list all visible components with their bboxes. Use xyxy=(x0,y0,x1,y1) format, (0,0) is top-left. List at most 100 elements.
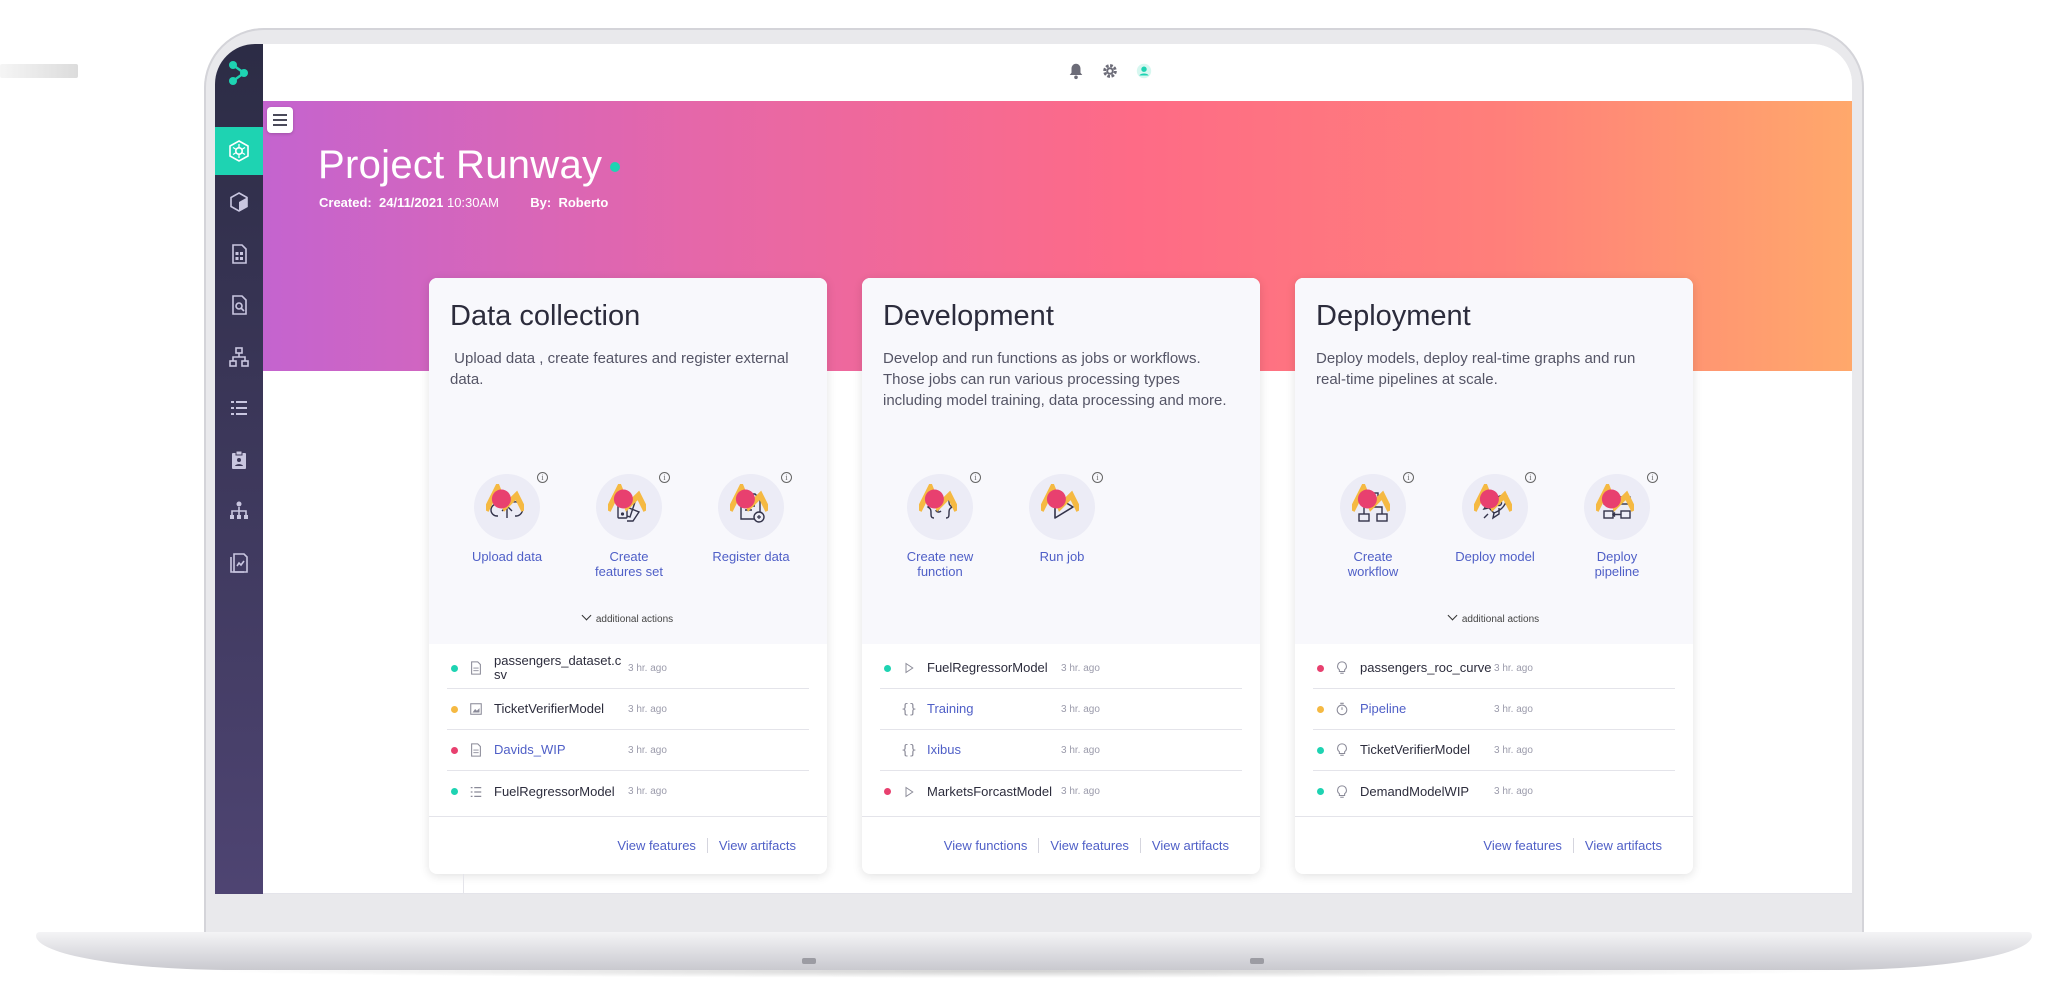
card-actions: i Upload data i Create features set i Re… xyxy=(429,472,827,594)
sidebar-item-artifacts[interactable] xyxy=(215,436,263,484)
status-dot xyxy=(1317,788,1324,795)
view-features-link[interactable]: View features xyxy=(1472,838,1573,853)
list-item[interactable]: passengers_dataset.csv 3 hr. ago xyxy=(447,648,809,689)
view-artifacts-link[interactable]: View artifacts xyxy=(706,838,807,853)
recent-items-list: FuelRegressorModel 3 hr. ago {} Training… xyxy=(880,648,1242,812)
card-data-collection: Data collection Upload data , create fea… xyxy=(429,278,827,874)
list-item[interactable]: FuelRegressorModel 3 hr. ago xyxy=(447,771,809,812)
image-icon xyxy=(468,701,484,717)
status-dot xyxy=(610,162,621,173)
item-time: 3 hr. ago xyxy=(628,703,667,715)
card-title: Data collection xyxy=(450,300,641,332)
item-time: 3 hr. ago xyxy=(1494,786,1533,797)
action-register-data[interactable]: i Register data xyxy=(701,472,801,564)
recent-items-list: passengers_roc_curve 3 hr. ago Pipeline … xyxy=(1313,648,1675,812)
monitor-icon xyxy=(230,553,248,573)
item-name[interactable]: Ixibus xyxy=(927,743,1059,757)
action-create-features-set[interactable]: i Create features set xyxy=(579,472,679,579)
info-icon[interactable]: i xyxy=(1525,472,1536,483)
laptop-foot xyxy=(1250,958,1264,964)
user-icon[interactable] xyxy=(1134,61,1154,81)
list-item[interactable]: MarketsForcastModel 3 hr. ago xyxy=(880,771,1242,812)
item-time: 3 hr. ago xyxy=(1061,662,1100,674)
sidebar-item-pipelines[interactable] xyxy=(215,487,263,535)
top-icons xyxy=(1066,61,1154,81)
view-features-link[interactable]: View features xyxy=(1038,838,1140,853)
card-footer: View functions View features View artifa… xyxy=(862,816,1260,874)
status-dot xyxy=(451,746,458,754)
sidebar-item-feature-store[interactable] xyxy=(215,230,263,278)
list-item[interactable]: DemandModelWIP 3 hr. ago xyxy=(1313,771,1675,812)
status-dot xyxy=(884,788,891,795)
page-title: Project Runway xyxy=(318,143,621,188)
sidebar-item-projects[interactable] xyxy=(215,127,263,175)
additional-actions-toggle[interactable]: additional actions xyxy=(429,610,827,625)
bulb-icon xyxy=(1334,742,1350,758)
card-title: Development xyxy=(883,300,1054,332)
action-create-workflow[interactable]: i Create workflow xyxy=(1323,472,1423,579)
item-time: 3 hr. ago xyxy=(1494,744,1533,756)
item-name: FuelRegressorModel xyxy=(494,783,615,799)
datasets-icon xyxy=(232,295,247,315)
list-item[interactable]: {} Ixibus 3 hr. ago xyxy=(880,730,1242,771)
braces-icon: {} xyxy=(901,701,917,717)
bell-icon[interactable] xyxy=(1066,61,1086,81)
logo-icon[interactable] xyxy=(224,58,254,88)
info-icon[interactable]: i xyxy=(1403,472,1414,483)
list-item[interactable]: passengers_roc_curve 3 hr. ago xyxy=(1313,648,1675,689)
list-item[interactable]: FuelRegressorModel 3 hr. ago xyxy=(880,648,1242,689)
projects-icon xyxy=(229,140,249,162)
sidebar-item-monitoring[interactable] xyxy=(215,539,263,587)
view-artifacts-link[interactable]: View artifacts xyxy=(1572,838,1673,853)
action-upload-data[interactable]: i Upload data xyxy=(457,472,557,564)
info-icon[interactable]: i xyxy=(1092,472,1103,483)
card-footer: View features View artifacts xyxy=(429,816,827,874)
item-name[interactable]: Pipeline xyxy=(1360,702,1492,716)
sidebar-item-models[interactable] xyxy=(215,178,263,226)
list-item[interactable]: TicketVerifierModel 3 hr. ago xyxy=(1313,730,1675,771)
file-icon xyxy=(468,742,484,758)
additional-actions-toggle[interactable]: additional actions xyxy=(1295,610,1693,625)
action-deploy-pipeline[interactable]: i Deploy pipeline xyxy=(1567,472,1667,579)
sidebar-item-datasets[interactable] xyxy=(215,281,263,329)
status-dot xyxy=(451,705,458,713)
sidebar-item-workflows[interactable] xyxy=(215,333,263,381)
info-icon[interactable]: i xyxy=(970,472,981,483)
card-footer: View features View artifacts xyxy=(1295,816,1693,874)
item-name: TicketVerifierModel xyxy=(494,701,605,716)
clipboard-icon xyxy=(232,450,246,469)
action-deploy-model[interactable]: i Deploy model xyxy=(1445,472,1545,564)
menu-toggle-button[interactable] xyxy=(267,107,293,133)
view-artifacts-link[interactable]: View artifacts xyxy=(1139,838,1240,853)
list-item[interactable]: TicketVerifierModel 3 hr. ago xyxy=(447,689,809,730)
sidebar-item-jobs[interactable] xyxy=(215,384,263,432)
info-icon[interactable]: i xyxy=(1647,472,1658,483)
sidebar xyxy=(215,44,263,894)
item-name[interactable]: Training xyxy=(927,702,1059,716)
view-functions-link[interactable]: View functions xyxy=(933,838,1039,853)
recent-items-list: passengers_dataset.csv 3 hr. ago TicketV… xyxy=(447,648,809,812)
card-description: Upload data , create features and regist… xyxy=(450,350,793,388)
item-time: 3 hr. ago xyxy=(1061,703,1100,715)
info-icon[interactable]: i xyxy=(659,472,670,483)
list-item[interactable]: {} Training 3 hr. ago xyxy=(880,689,1242,730)
list-item[interactable]: Pipeline 3 hr. ago xyxy=(1313,689,1675,730)
list-item[interactable]: Davids_WIP 3 hr. ago xyxy=(447,730,809,771)
info-icon[interactable]: i xyxy=(781,472,792,483)
card-actions: i Create workflow i Deploy model i Deplo… xyxy=(1295,472,1693,594)
info-icon[interactable]: i xyxy=(537,472,548,483)
action-create-new-function[interactable]: i Create new function xyxy=(890,472,990,579)
item-name[interactable]: Davids_WIP xyxy=(494,743,626,757)
bulb-icon xyxy=(1334,784,1350,800)
view-features-link[interactable]: View features xyxy=(606,838,707,853)
feature-store-icon xyxy=(232,244,247,264)
item-name: passengers_roc_curve xyxy=(1360,660,1492,675)
cube-icon xyxy=(230,192,248,212)
laptop-stage: Project Runway Created: 24/11/2021 10:30… xyxy=(0,0,2048,989)
divider xyxy=(263,893,1852,894)
gear-icon[interactable] xyxy=(1100,61,1120,81)
list-icon xyxy=(468,784,484,800)
action-run-job[interactable]: i Run job xyxy=(1012,472,1112,564)
workflow-icon xyxy=(229,347,249,367)
status-dot xyxy=(1317,705,1324,713)
